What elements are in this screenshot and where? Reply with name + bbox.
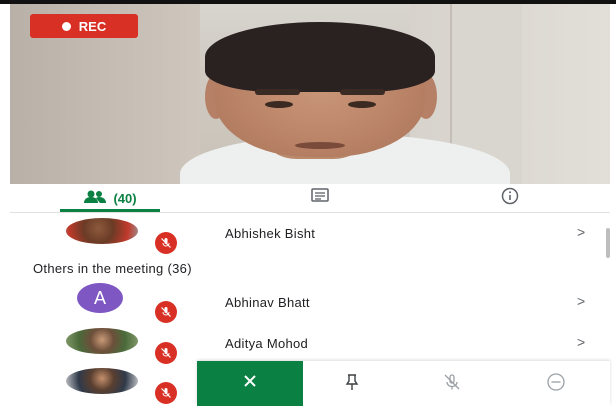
mic-off-icon	[155, 342, 177, 364]
chevron-right-icon[interactable]: >	[577, 334, 585, 350]
tab-bar: (40)	[10, 184, 610, 213]
mic-off-icon	[443, 373, 461, 396]
info-icon	[501, 187, 519, 210]
section-header: Others in the meeting (36)	[33, 261, 192, 276]
participant-name: Abhishek Bisht	[225, 226, 316, 241]
mic-off-icon	[155, 301, 177, 323]
avatar: A	[77, 283, 123, 313]
more-icon	[546, 372, 566, 397]
participant-row[interactable]: A Abhinav Bhatt >	[10, 283, 610, 323]
active-tab-indicator	[60, 209, 160, 212]
recording-label: REC	[78, 18, 107, 34]
participant-row[interactable]: Aditya Mohod >	[10, 324, 610, 364]
tab-chat[interactable]	[300, 184, 340, 212]
pin-icon	[344, 373, 360, 396]
participant-row-pinned[interactable]: Abhishek Bisht >	[10, 214, 610, 254]
close-button[interactable]	[197, 361, 303, 406]
close-icon	[242, 373, 258, 394]
chevron-right-icon[interactable]: >	[577, 224, 585, 240]
participant-name: Abhinav Bhatt	[225, 295, 310, 310]
participant-count: (40)	[113, 190, 137, 206]
chevron-right-icon[interactable]: >	[577, 293, 585, 309]
participant-name: Aditya Mohod	[225, 336, 309, 351]
chat-icon	[310, 187, 330, 209]
mute-button[interactable]	[439, 371, 465, 397]
meet-screen: REC (40) Abhishek Bisht > Others in the …	[0, 0, 616, 406]
scrollbar[interactable]	[606, 228, 610, 258]
tab-info[interactable]	[490, 184, 530, 212]
mic-off-icon	[155, 382, 177, 404]
recording-badge: REC	[30, 14, 138, 38]
record-dot-icon	[61, 21, 71, 31]
more-button[interactable]	[543, 371, 569, 397]
avatar	[66, 218, 138, 244]
participant-action-bar	[197, 361, 610, 406]
avatar	[66, 368, 138, 394]
avatar	[66, 328, 138, 354]
pin-button[interactable]	[339, 371, 365, 397]
people-icon	[83, 190, 107, 207]
tab-people[interactable]: (40)	[50, 184, 170, 212]
mic-off-icon	[155, 232, 177, 254]
